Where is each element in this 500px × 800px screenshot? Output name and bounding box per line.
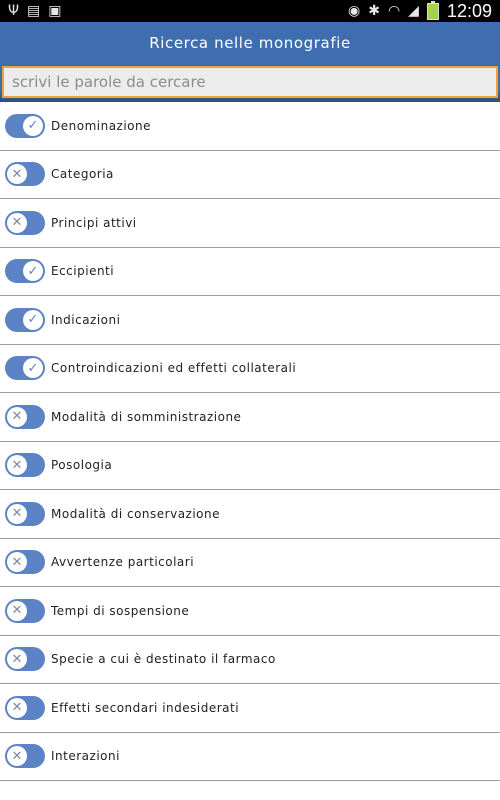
x-icon: ✕	[7, 503, 27, 524]
toggle-switch[interactable]: ✕	[5, 210, 45, 235]
toggle-switch[interactable]: ✕	[5, 647, 45, 672]
item-label: Avvertenze particolari	[51, 555, 195, 570]
check-icon: ✓	[23, 309, 43, 330]
item-label: Posologia	[51, 458, 113, 473]
battery-icon	[426, 0, 439, 20]
toggle-switch[interactable]: ✕	[5, 550, 45, 575]
list-item[interactable]: ✓ Controindicazioni ed effetti collateral…	[0, 345, 500, 393]
item-label: Principi attivi	[51, 215, 137, 230]
image-icon: ▣	[48, 3, 62, 19]
toggle-switch[interactable]: ✓	[5, 113, 45, 138]
sd-card-icon: ▤	[27, 3, 41, 19]
toggle-switch[interactable]: ✓	[5, 307, 45, 332]
list-item[interactable]: ✕ Principi attivi	[0, 199, 500, 248]
x-icon: ✕	[7, 697, 27, 718]
item-label: Eccipienti	[51, 264, 115, 279]
field-toggle-list: ✓ Denominazione ✕ Categoria ✕ Principi attivi…	[0, 102, 500, 781]
status-bar: Ψ ▤ ▣ ◉ ✱ ◠ ◢ 12:09	[0, 0, 500, 22]
search-container	[0, 64, 500, 102]
check-icon: ✓	[23, 358, 43, 379]
toggle-switch[interactable]: ✕	[5, 744, 45, 769]
item-label: Indicazioni	[51, 312, 121, 327]
list-item[interactable]: ✕ Specie a cui è destinato il farmaco	[0, 636, 500, 684]
list-item[interactable]: ✓ Denominazione	[0, 102, 500, 151]
toggle-switch[interactable]: ✕	[5, 404, 45, 429]
toggle-switch[interactable]: ✕	[5, 453, 45, 478]
usb-icon: Ψ	[8, 3, 20, 19]
x-icon: ✕	[7, 600, 27, 621]
item-label: Categoria	[51, 167, 114, 182]
item-label: Specie a cui è destinato il farmaco	[51, 652, 276, 667]
list-item[interactable]: ✓ Eccipienti	[0, 248, 500, 296]
x-icon: ✕	[7, 746, 27, 767]
item-label: Tempi di sospensione	[51, 603, 190, 618]
signal-icon: ◢	[408, 3, 419, 19]
search-field[interactable]	[2, 66, 498, 98]
toggle-switch[interactable]: ✕	[5, 501, 45, 526]
bluetooth-icon: ✱	[368, 3, 380, 19]
list-item[interactable]: ✕ Modalità di somministrazione	[0, 393, 500, 442]
status-left: Ψ ▤ ▣	[8, 0, 62, 22]
status-right: ◉ ✱ ◠ ◢ 12:09	[348, 0, 492, 22]
x-icon: ✕	[7, 455, 27, 476]
x-icon: ✕	[7, 649, 27, 670]
clock: 12:09	[446, 0, 492, 21]
x-icon: ✕	[7, 212, 27, 233]
toggle-switch[interactable]: ✕	[5, 598, 45, 623]
toggle-switch[interactable]: ✓	[5, 356, 45, 381]
list-item[interactable]: ✕ Avvertenze particolari	[0, 539, 500, 587]
list-item[interactable]: ✕ Effetti secondari indesiderati	[0, 684, 500, 733]
item-label: Controindicazioni ed effetti collaterali	[51, 361, 297, 376]
list-item[interactable]: ✕ Modalità di conservazione	[0, 490, 500, 539]
x-icon: ✕	[7, 552, 27, 573]
page-title: Ricerca nelle monografie	[149, 34, 351, 52]
item-label: Interazioni	[51, 749, 120, 764]
search-input[interactable]	[10, 72, 496, 92]
list-item[interactable]: ✓ Indicazioni	[0, 296, 500, 345]
eye-icon: ◉	[348, 3, 361, 19]
x-icon: ✕	[7, 164, 27, 185]
toggle-switch[interactable]: ✕	[5, 162, 45, 187]
list-item[interactable]: ✕ Posologia	[0, 442, 500, 490]
item-label: Denominazione	[51, 118, 152, 133]
list-item[interactable]: ✕ Tempi di sospensione	[0, 587, 500, 636]
x-icon: ✕	[7, 406, 27, 427]
toggle-switch[interactable]: ✓	[5, 259, 45, 284]
check-icon: ✓	[23, 261, 43, 282]
item-label: Effetti secondari indesiderati	[51, 700, 240, 715]
toggle-switch[interactable]: ✕	[5, 695, 45, 720]
list-item[interactable]: ✕ Interazioni	[0, 733, 500, 781]
wifi-icon: ◠	[387, 3, 401, 19]
list-item[interactable]: ✕ Categoria	[0, 151, 500, 199]
check-icon: ✓	[23, 115, 43, 136]
app-bar: Ricerca nelle monografie	[0, 22, 500, 64]
item-label: Modalità di conservazione	[51, 506, 221, 521]
item-label: Modalità di somministrazione	[51, 409, 242, 424]
